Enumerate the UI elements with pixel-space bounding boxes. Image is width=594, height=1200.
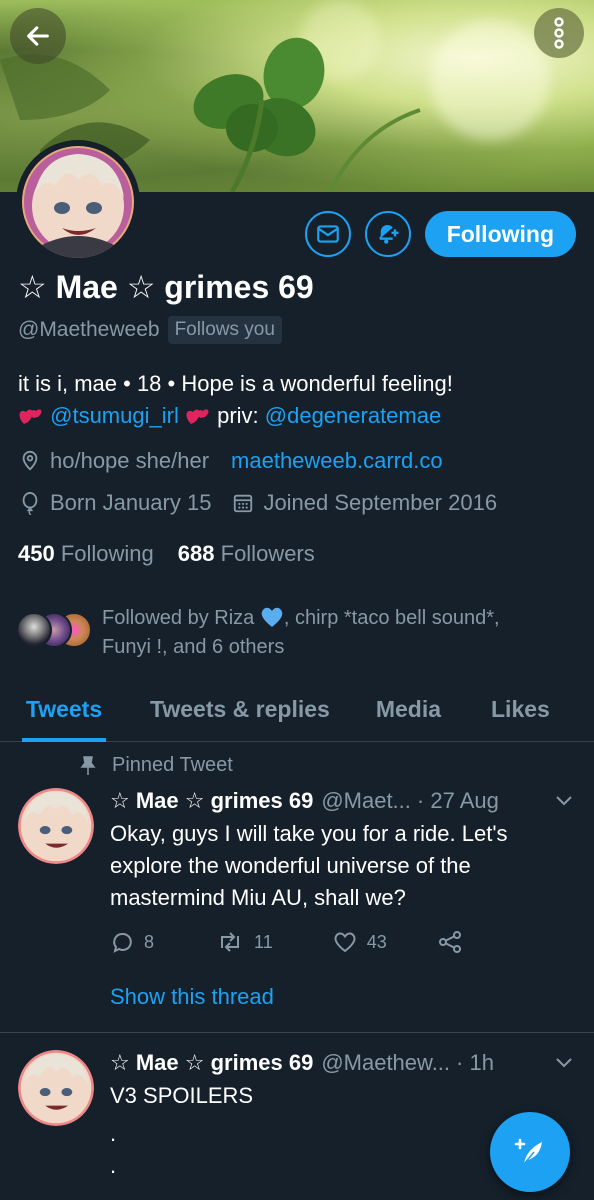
tweet-actions: 8 11 43 xyxy=(110,930,463,954)
more-vertical-icon xyxy=(554,17,564,49)
user-handle: @Maetheweeb xyxy=(18,318,160,341)
heart-icon xyxy=(334,932,356,953)
bio-priv-label: priv: xyxy=(217,403,259,428)
tab-likes[interactable]: Likes xyxy=(491,678,550,741)
tweet-author-name[interactable]: ☆ Mae ☆ grimes 69 xyxy=(110,788,313,814)
message-button[interactable] xyxy=(304,211,351,257)
tweet-author-handle: @Maet... xyxy=(321,788,411,813)
revolving-hearts-icon xyxy=(186,409,209,424)
reply-count: 8 xyxy=(144,931,155,952)
followers-count-link[interactable]: 688 Followers xyxy=(178,541,315,567)
follows-you-badge: Follows you xyxy=(167,316,282,344)
arrow-left-icon xyxy=(27,26,49,46)
show-thread-link[interactable]: Show this thread xyxy=(110,984,274,1010)
revolving-hearts-icon xyxy=(19,409,42,424)
blue-heart-icon xyxy=(261,607,283,627)
joined-text: Joined September 2016 xyxy=(263,490,498,515)
location-pin-icon xyxy=(18,449,42,473)
profile-actions: Following xyxy=(304,211,576,257)
dates-row: Born January 15 Joined September 2016 xyxy=(18,490,497,516)
chevron-down-icon[interactable] xyxy=(554,1054,574,1070)
feather-plus-icon xyxy=(514,1138,542,1165)
handle-row: @Maetheweeb Follows you xyxy=(18,316,282,344)
back-button[interactable] xyxy=(10,8,66,64)
following-label: Following xyxy=(60,541,154,566)
following-count-link[interactable]: 450 Following xyxy=(18,541,154,567)
balloon-icon xyxy=(18,491,42,515)
retweet-count: 11 xyxy=(254,931,273,952)
tweet-time: · 27 Aug xyxy=(416,788,499,813)
envelope-icon xyxy=(316,225,339,243)
following-button[interactable]: Following xyxy=(424,211,576,257)
follow-counts: 450 Following 688 Followers xyxy=(18,541,315,567)
pin-icon xyxy=(80,755,96,775)
followed-by-rest: , chirp *taco bell sound*, xyxy=(283,607,500,629)
followed-by-prefix: Followed by Riza xyxy=(102,607,255,629)
tweet-divider xyxy=(0,1032,594,1033)
followers-count: 688 xyxy=(177,541,215,566)
tweet-text: Okay, guys I will take you for a ride. L… xyxy=(110,821,508,910)
profile-bio: it is i, mae • 18 • Hope is a wonderful … xyxy=(18,368,578,432)
reply-icon xyxy=(113,932,132,953)
mention-link[interactable]: @tsumugi_irl xyxy=(50,403,179,428)
pinned-label-row: Pinned Tweet xyxy=(80,754,233,777)
tweet-time: · 1h xyxy=(456,1050,494,1075)
profile-avatar[interactable] xyxy=(16,140,140,264)
bio-line-1: it is i, mae • 18 • Hope is a wonderful … xyxy=(18,371,453,396)
tab-tweets-replies[interactable]: Tweets & replies xyxy=(150,678,330,741)
chevron-down-icon[interactable] xyxy=(554,792,574,808)
tweet-header: ☆ Mae ☆ grimes 69 @Maet... · 27 Aug xyxy=(110,788,499,814)
retweet-icon xyxy=(221,932,240,952)
like-count: 43 xyxy=(366,931,387,952)
mention-link[interactable]: @degeneratemae xyxy=(265,403,441,428)
following-count: 450 xyxy=(18,541,55,566)
avatar xyxy=(16,612,52,648)
retweet-button[interactable]: 11 xyxy=(216,930,273,954)
tweet-author-name[interactable]: ☆ Mae ☆ grimes 69 xyxy=(110,1050,313,1076)
compose-tweet-button[interactable] xyxy=(490,1112,570,1192)
more-options-button[interactable] xyxy=(534,8,584,58)
followed-by-line2: Funyi !, and 6 others xyxy=(102,636,285,658)
birthday-text: Born January 15 xyxy=(50,490,212,515)
display-name: ☆ Mae ☆ grimes 69 xyxy=(18,269,314,305)
website-link[interactable]: maetheweeb.carrd.co xyxy=(231,448,443,474)
tweet-author-avatar[interactable] xyxy=(18,1050,94,1126)
followers-label: Followers xyxy=(220,541,315,566)
tweet-header: ☆ Mae ☆ grimes 69 @Maethew... · 1h xyxy=(110,1050,494,1076)
followed-by-section[interactable]: Followed by Riza , chirp *taco bell soun… xyxy=(16,604,552,662)
tab-tweets[interactable]: Tweets xyxy=(22,678,106,742)
pinned-text: Pinned Tweet xyxy=(112,754,233,776)
like-button[interactable]: 43 xyxy=(333,931,387,953)
tab-media[interactable]: Media xyxy=(376,678,441,741)
reply-button[interactable]: 8 xyxy=(110,930,154,954)
location-row: ho/hope she/her maetheweeb.carrd.co xyxy=(18,448,443,474)
bell-plus-icon xyxy=(378,224,399,244)
notifications-button[interactable] xyxy=(364,211,411,257)
tweet-text: V3 SPOILERS xyxy=(110,1083,254,1108)
profile-tabs: Tweets Tweets & replies Media Likes xyxy=(0,678,594,742)
bio-line-2: @tsumugi_irl priv: @degeneratemae xyxy=(18,400,578,432)
mutual-avatars xyxy=(16,612,92,652)
followed-by-text: Followed by Riza , chirp *taco bell soun… xyxy=(102,604,552,662)
location-text: ho/hope she/her xyxy=(50,448,210,473)
share-button[interactable] xyxy=(437,930,463,954)
calendar-icon xyxy=(231,491,255,515)
tweet-author-handle: @Maethew... xyxy=(321,1050,451,1075)
share-icon xyxy=(438,931,461,953)
tweet-author-avatar[interactable] xyxy=(18,788,94,864)
